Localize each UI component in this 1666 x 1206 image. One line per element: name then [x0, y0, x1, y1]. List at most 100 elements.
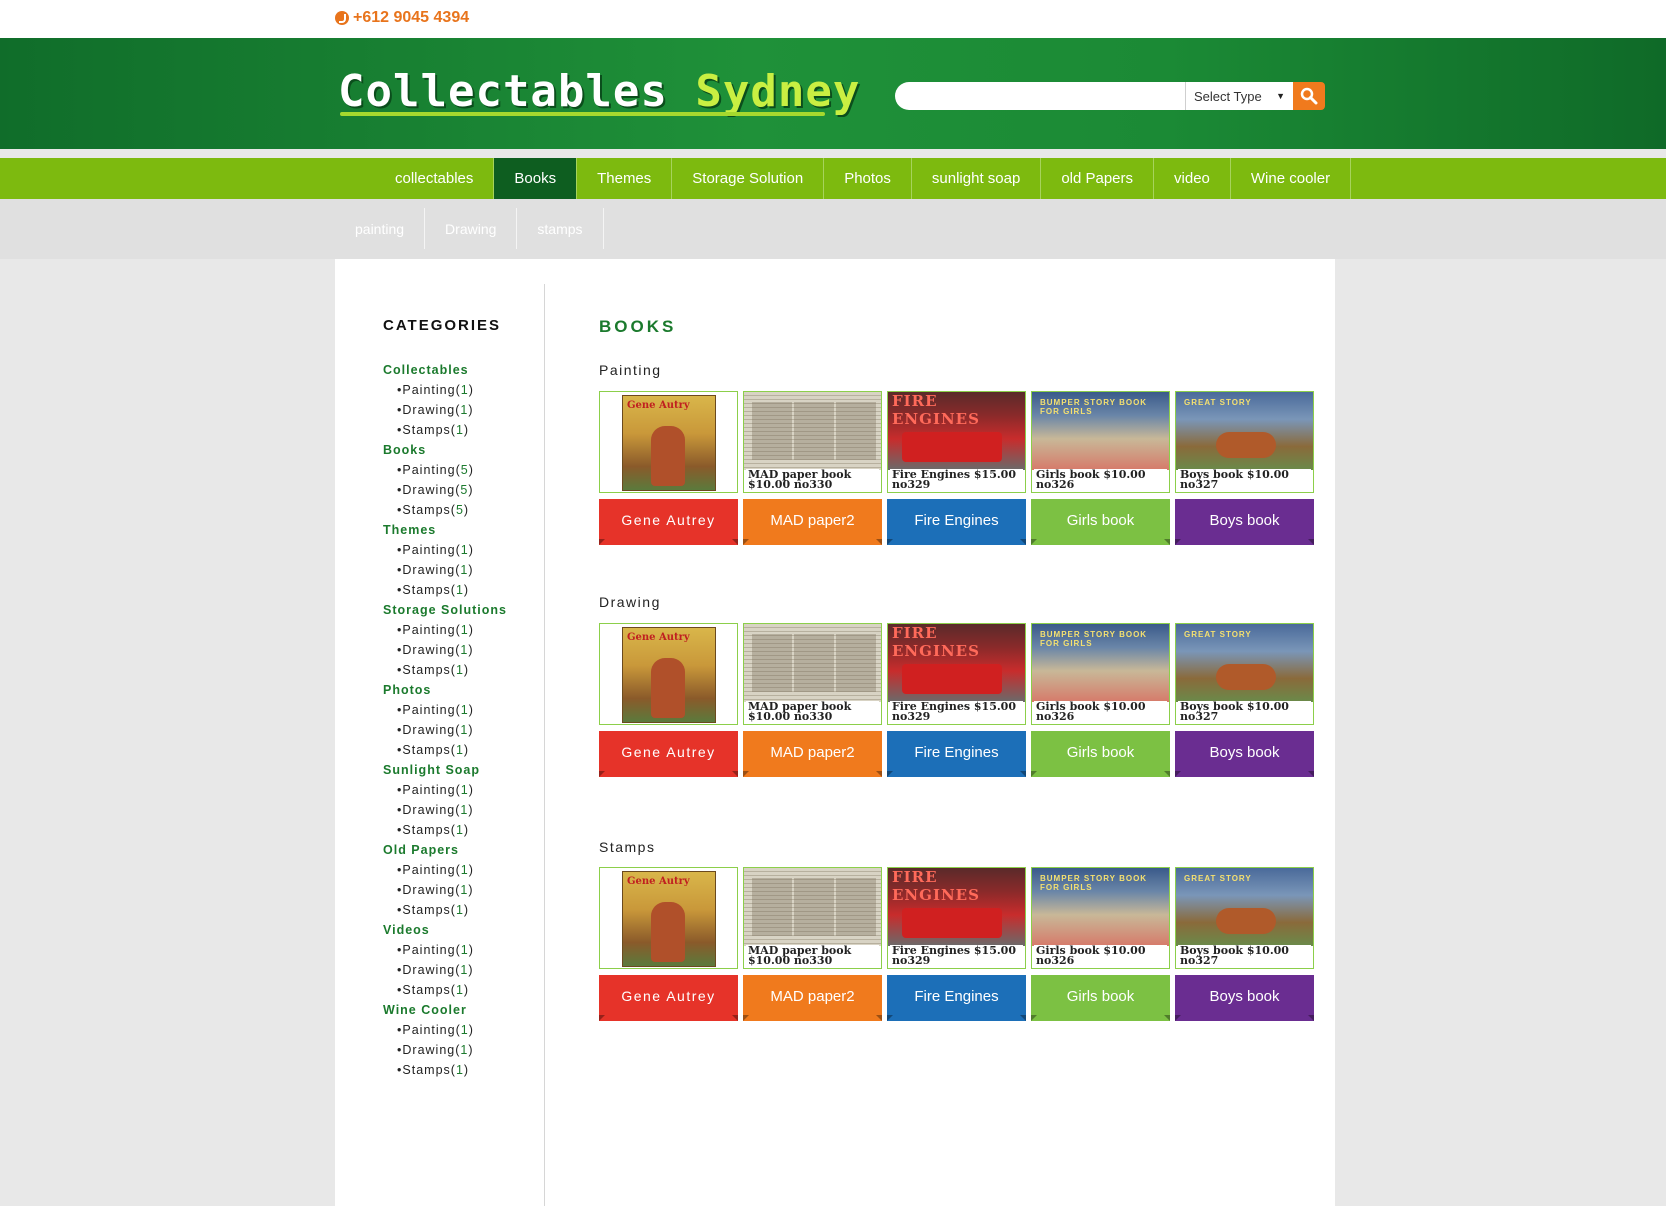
nav-item-storage-solution[interactable]: Storage Solution [672, 158, 825, 199]
subcategory-link[interactable]: •Drawing(1) [383, 880, 533, 900]
product-thumbnail[interactable]: MAD paper book $10.00 no330 [743, 391, 882, 493]
product-thumbnail[interactable]: GREAT STORY Boys book $10.00 no327 [1175, 867, 1314, 969]
category-link[interactable]: Sunlight Soap [383, 760, 533, 780]
product-name-button[interactable]: Girls book [1031, 499, 1170, 545]
subcategory-link[interactable]: •Painting(1) [383, 1020, 533, 1040]
product-thumbnail[interactable]: MAD paper book $10.00 no330 [743, 623, 882, 725]
category-link[interactable]: Collectables [383, 360, 533, 380]
search-input[interactable] [895, 82, 1185, 110]
product-thumbnail[interactable]: Gene Autry [599, 867, 738, 969]
product-name-button[interactable]: Boys book [1175, 731, 1314, 777]
category-link[interactable]: Storage Solutions [383, 600, 533, 620]
product-card[interactable]: FIRE ENGINES Fire Engines $15.00 no329 Fir… [887, 623, 1026, 777]
product-thumbnail[interactable]: FIRE ENGINES Fire Engines $15.00 no329 [887, 867, 1026, 969]
product-card[interactable]: MAD paper book $10.00 no330 MAD paper2 [743, 867, 882, 1021]
subcategory-link[interactable]: •Stamps(1) [383, 580, 533, 600]
subcategory-link[interactable]: •Stamps(1) [383, 1060, 533, 1080]
category-link[interactable]: Themes [383, 520, 533, 540]
subcategory-link[interactable]: •Stamps(1) [383, 420, 533, 440]
product-name-button[interactable]: Gene Autrey [599, 499, 738, 545]
product-name-button[interactable]: Fire Engines [887, 731, 1026, 777]
subnav-item-drawing[interactable]: Drawing [425, 208, 518, 249]
nav-item-books[interactable]: Books [494, 158, 578, 207]
subcategory-link[interactable]: •Stamps(1) [383, 900, 533, 920]
product-card[interactable]: Gene Autry Gene Autrey [599, 623, 738, 777]
product-card[interactable]: MAD paper book $10.00 no330 MAD paper2 [743, 391, 882, 545]
subcategory-link[interactable]: •Drawing(1) [383, 400, 533, 420]
category-link[interactable]: Books [383, 440, 533, 460]
category-link[interactable]: Photos [383, 680, 533, 700]
subcategory-link[interactable]: •Drawing(1) [383, 560, 533, 580]
subcategory-link[interactable]: •Painting(1) [383, 540, 533, 560]
product-thumbnail[interactable]: Gene Autry [599, 391, 738, 493]
subcategory-link[interactable]: •Drawing(1) [383, 720, 533, 740]
nav-item-photos[interactable]: Photos [824, 158, 912, 199]
product-thumbnail[interactable]: GREAT STORY Boys book $10.00 no327 [1175, 623, 1314, 725]
product-card[interactable]: Gene Autry Gene Autrey [599, 867, 738, 1021]
subcategory-link[interactable]: •Drawing(1) [383, 1040, 533, 1060]
subcategory-link[interactable]: •Painting(1) [383, 700, 533, 720]
subcategory-link[interactable]: •Painting(5) [383, 460, 533, 480]
subcategory-link[interactable]: •Painting(1) [383, 780, 533, 800]
product-card[interactable]: GREAT STORY Boys book $10.00 no327 Boys bo… [1175, 391, 1314, 545]
product-name-button[interactable]: Fire Engines [887, 975, 1026, 1021]
product-thumbnail[interactable]: GREAT STORY Boys book $10.00 no327 [1175, 391, 1314, 493]
subcategory-link[interactable]: •Painting(1) [383, 380, 533, 400]
product-name-button[interactable]: Fire Engines [887, 499, 1026, 545]
product-thumbnail[interactable]: FIRE ENGINES Fire Engines $15.00 no329 [887, 391, 1026, 493]
nav-item-old-papers[interactable]: old Papers [1041, 158, 1155, 199]
product-thumbnail[interactable]: BUMPER STORY BOOK FOR GIRLS Girls book $1… [1031, 867, 1170, 969]
product-card[interactable]: MAD paper book $10.00 no330 MAD paper2 [743, 623, 882, 777]
product-name-button[interactable]: MAD paper2 [743, 975, 882, 1021]
subcategory-link[interactable]: •Stamps(1) [383, 820, 533, 840]
nav-item-video[interactable]: video [1154, 158, 1231, 199]
product-name-button[interactable]: Gene Autrey [599, 731, 738, 777]
subnav-item-painting[interactable]: painting [335, 208, 426, 249]
category-link[interactable]: Videos [383, 920, 533, 940]
product-name-button[interactable]: Boys book [1175, 499, 1314, 545]
product-name-button[interactable]: MAD paper2 [743, 731, 882, 777]
subcategory-link[interactable]: •Stamps(1) [383, 980, 533, 1000]
phone-contact[interactable]: +612 9045 4394 [335, 9, 469, 27]
search-button[interactable] [1293, 82, 1325, 110]
product-thumbnail[interactable]: Gene Autry [599, 623, 738, 725]
category-link[interactable]: Wine Cooler [383, 1000, 533, 1020]
nav-item-themes[interactable]: Themes [577, 158, 673, 199]
type-select[interactable]: Select Type ▼ [1185, 82, 1293, 110]
product-name-button[interactable]: Girls book [1031, 975, 1170, 1021]
category-link[interactable]: Old Papers [383, 840, 533, 860]
product-card[interactable]: BUMPER STORY BOOK FOR GIRLS Girls book $1… [1031, 391, 1170, 545]
product-name-button[interactable]: Boys book [1175, 975, 1314, 1021]
product-name-button[interactable]: Gene Autrey [599, 975, 738, 1021]
product-card[interactable]: BUMPER STORY BOOK FOR GIRLS Girls book $1… [1031, 867, 1170, 1021]
subcategory-link[interactable]: •Drawing(1) [383, 640, 533, 660]
subcategory-link[interactable]: •Stamps(5) [383, 500, 533, 520]
product-thumbnail[interactable]: FIRE ENGINES Fire Engines $15.00 no329 [887, 623, 1026, 725]
nav-item-wine-cooler[interactable]: Wine cooler [1231, 158, 1352, 199]
subnav-item-stamps[interactable]: stamps [517, 208, 604, 249]
subcategory-link[interactable]: •Painting(1) [383, 860, 533, 880]
thumbnail-caption: Boys book $10.00 no327 [1178, 469, 1311, 491]
subcategory-link[interactable]: •Drawing(1) [383, 800, 533, 820]
subcategory-link[interactable]: •Drawing(1) [383, 960, 533, 980]
product-thumbnail[interactable]: BUMPER STORY BOOK FOR GIRLS Girls book $1… [1031, 623, 1170, 725]
logo-word-sydney: Sydney [695, 66, 861, 117]
subcategory-link[interactable]: •Drawing(5) [383, 480, 533, 500]
product-card[interactable]: BUMPER STORY BOOK FOR GIRLS Girls book $1… [1031, 623, 1170, 777]
paren: ) [463, 663, 470, 677]
nav-item-sunlight-soap[interactable]: sunlight soap [912, 158, 1042, 199]
product-thumbnail[interactable]: MAD paper book $10.00 no330 [743, 867, 882, 969]
subcategory-link[interactable]: •Stamps(1) [383, 740, 533, 760]
subcategory-link[interactable]: •Painting(1) [383, 620, 533, 640]
subcategory-link[interactable]: •Painting(1) [383, 940, 533, 960]
product-name-button[interactable]: MAD paper2 [743, 499, 882, 545]
nav-item-collectables[interactable]: collectables [375, 158, 495, 199]
product-card[interactable]: FIRE ENGINES Fire Engines $15.00 no329 Fir… [887, 391, 1026, 545]
product-name-button[interactable]: Girls book [1031, 731, 1170, 777]
product-thumbnail[interactable]: BUMPER STORY BOOK FOR GIRLS Girls book $1… [1031, 391, 1170, 493]
product-card[interactable]: GREAT STORY Boys book $10.00 no327 Boys bo… [1175, 623, 1314, 777]
subcategory-link[interactable]: •Stamps(1) [383, 660, 533, 680]
product-card[interactable]: FIRE ENGINES Fire Engines $15.00 no329 Fir… [887, 867, 1026, 1021]
product-card[interactable]: GREAT STORY Boys book $10.00 no327 Boys bo… [1175, 867, 1314, 1021]
product-card[interactable]: Gene Autry Gene Autrey [599, 391, 738, 545]
